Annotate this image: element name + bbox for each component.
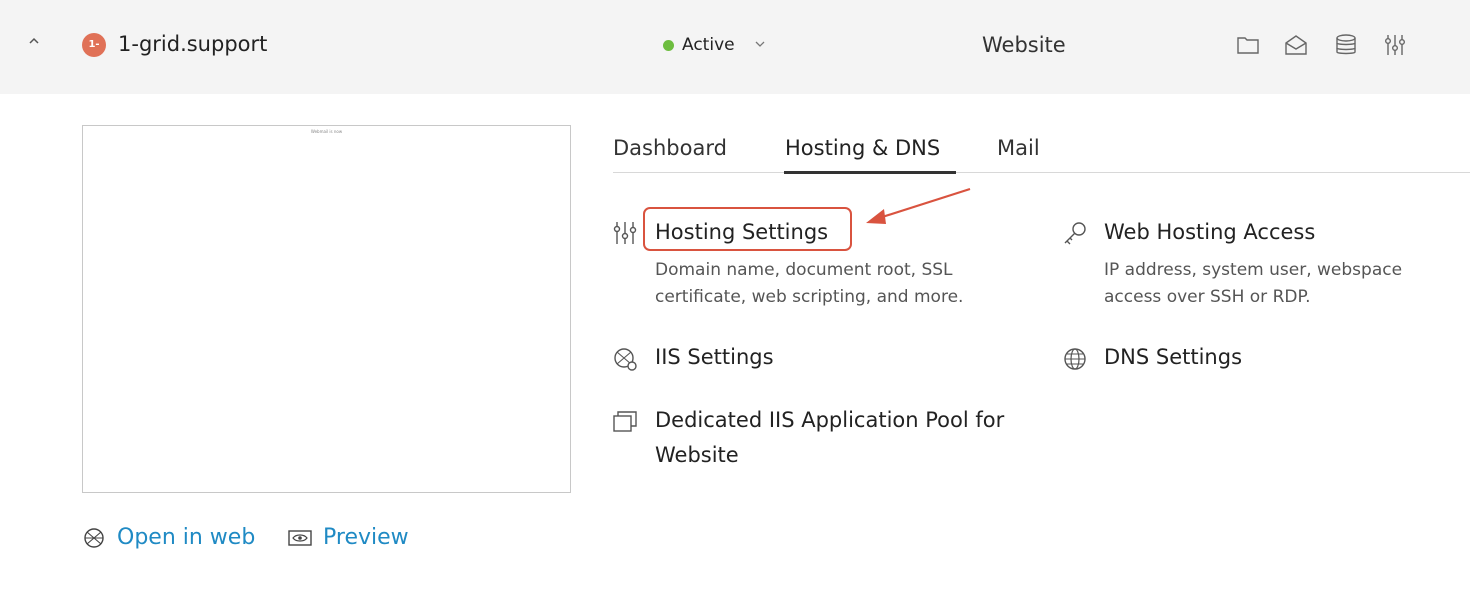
highlight-box <box>643 207 852 251</box>
windows-stack-icon <box>612 408 638 434</box>
status-dropdown[interactable]: Active <box>682 32 735 58</box>
hosting-settings-desc-1: Domain name, document root, SSL <box>655 260 953 280</box>
site-badge-icon: 1- <box>82 33 106 57</box>
dns-globe-icon <box>1062 346 1088 372</box>
sliders-icon <box>612 220 638 246</box>
open-in-web-link[interactable]: Open in web <box>117 522 255 554</box>
hosting-settings-desc-2: certificate, web scripting, and more. <box>655 287 964 307</box>
tab-mail[interactable]: Mail <box>997 133 1040 163</box>
site-name[interactable]: 1-grid.support <box>118 29 267 59</box>
preview-link[interactable]: Preview <box>323 522 409 554</box>
folder-icon[interactable] <box>1236 33 1260 57</box>
dns-settings-link[interactable]: DNS Settings <box>1104 342 1242 372</box>
collapse-chevron-icon[interactable] <box>24 34 44 54</box>
site-header: 1- 1-grid.support Active Website <box>0 0 1470 94</box>
web-hosting-access-link[interactable]: Web Hosting Access <box>1104 217 1315 247</box>
status-dot-icon <box>663 40 674 51</box>
site-preview-thumbnail[interactable]: Webmail is now <box>82 125 571 493</box>
globe-gear-icon <box>612 346 638 372</box>
active-tab-indicator <box>784 171 956 174</box>
tab-dashboard[interactable]: Dashboard <box>613 133 727 163</box>
tabs-divider <box>613 172 1470 173</box>
preview-caption: Webmail is now <box>310 129 343 134</box>
app-pool-link-line2[interactable]: Website <box>655 440 739 470</box>
globe-icon[interactable] <box>82 527 106 549</box>
chevron-down-icon[interactable] <box>754 37 766 51</box>
key-icon <box>1062 220 1088 246</box>
app-pool-link[interactable]: Dedicated IIS Application Pool for <box>655 405 1004 435</box>
database-icon[interactable] <box>1334 33 1358 57</box>
tab-hosting-dns[interactable]: Hosting & DNS <box>785 133 940 163</box>
iis-settings-link[interactable]: IIS Settings <box>655 342 774 372</box>
site-type-label: Website <box>982 33 1066 57</box>
mail-icon[interactable] <box>1284 33 1308 57</box>
sliders-icon[interactable] <box>1383 33 1407 57</box>
web-hosting-access-desc-1: IP address, system user, webspace <box>1104 260 1403 280</box>
preview-eye-icon[interactable] <box>288 527 312 549</box>
web-hosting-access-desc-2: access over SSH or RDP. <box>1104 287 1311 307</box>
annotation-arrow-icon <box>862 185 974 230</box>
